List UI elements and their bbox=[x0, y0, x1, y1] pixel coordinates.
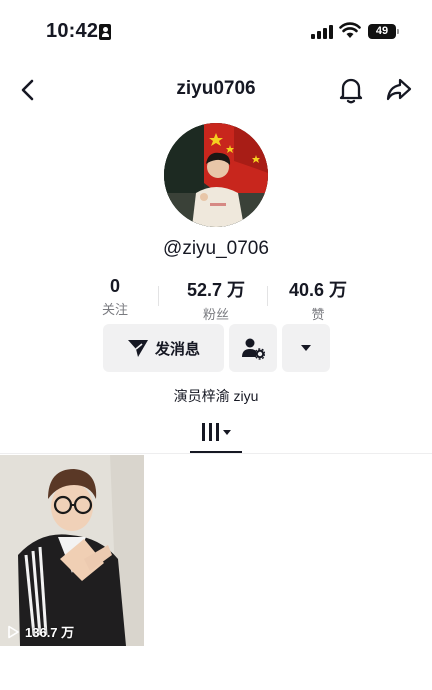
bell-icon[interactable] bbox=[337, 75, 365, 105]
user-settings-icon bbox=[242, 338, 265, 360]
wifi-icon bbox=[339, 22, 361, 38]
contact-card-icon bbox=[99, 24, 111, 40]
stat-followers-label: 粉丝 bbox=[202, 307, 229, 322]
profile-stats: 0 关注 52.7 万 粉丝 40.6 万 赞 bbox=[0, 276, 432, 323]
tab-divider bbox=[0, 453, 432, 454]
grid-bars-icon bbox=[202, 423, 231, 441]
status-time: 10:42 bbox=[46, 20, 99, 42]
stat-following-value: 0 bbox=[109, 276, 120, 296]
send-icon bbox=[128, 340, 148, 357]
play-icon bbox=[8, 625, 19, 638]
video-cover-image bbox=[0, 455, 144, 646]
avatar[interactable] bbox=[164, 123, 268, 227]
video-thumbnail[interactable]: 136.7 万 bbox=[0, 455, 144, 646]
stat-divider bbox=[267, 286, 268, 306]
profile-bio: 演员梓渝 ziyu bbox=[173, 388, 259, 404]
stat-followers-value: 52.7 万 bbox=[186, 280, 246, 300]
share-arrow-icon[interactable] bbox=[385, 76, 413, 104]
page-title: ziyu0706 bbox=[176, 78, 256, 99]
video-view-count: 136.7 万 bbox=[25, 625, 75, 640]
caret-down-icon bbox=[301, 345, 311, 351]
stat-likes[interactable]: 40.6 万 赞 bbox=[278, 276, 358, 323]
stat-followers[interactable]: 52.7 万 粉丝 bbox=[176, 276, 256, 323]
avatar-photo bbox=[164, 123, 268, 227]
profile-handle: @ziyu_0706 bbox=[163, 238, 269, 259]
user-settings-button[interactable] bbox=[229, 324, 277, 372]
cellular-signal-icon bbox=[311, 23, 333, 39]
stat-following[interactable]: 0 关注 bbox=[95, 276, 135, 318]
battery-indicator: 49 bbox=[368, 24, 399, 39]
stat-following-label: 关注 bbox=[101, 302, 128, 317]
video-views: 136.7 万 bbox=[6, 622, 74, 641]
send-message-button[interactable]: 发消息 bbox=[103, 324, 224, 372]
stat-likes-value: 40.6 万 bbox=[288, 280, 348, 300]
send-message-label: 发消息 bbox=[155, 341, 201, 358]
stat-divider bbox=[158, 286, 159, 306]
more-options-button[interactable] bbox=[282, 324, 330, 372]
top-nav: ziyu0706 bbox=[0, 70, 432, 110]
status-bar: 10:42 49 bbox=[0, 0, 432, 64]
stat-likes-label: 赞 bbox=[311, 307, 325, 322]
tab-videos[interactable] bbox=[190, 418, 242, 452]
